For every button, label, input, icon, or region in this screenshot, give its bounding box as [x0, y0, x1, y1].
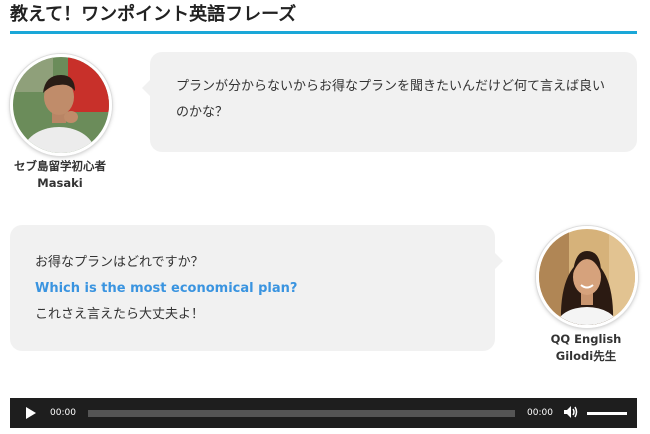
play-icon[interactable]: [26, 407, 36, 419]
student-message-bubble: プランが分からないからお得なプランを聞きたいんだけど何て言えば良いのかな？: [142, 52, 637, 152]
student-avatar: [10, 54, 112, 156]
volume-icon[interactable]: [563, 405, 579, 422]
page-title: 教えて！ワンポイント英語フレーズ: [10, 2, 637, 34]
progress-track[interactable]: [88, 409, 515, 417]
student-name-line1: セブ島留学初心者: [14, 159, 106, 173]
student-name-line2: Masaki: [37, 176, 83, 190]
teacher-message-bubble: お得なプランはどれですか？ Which is the most economic…: [10, 225, 503, 351]
student-message: プランが分からないからお得なプランを聞きたいんだけど何て言えば良いのかな？: [176, 79, 606, 120]
student-name: セブ島留学初心者 Masaki: [10, 158, 110, 192]
teacher-name: QQ English Gilodi先生: [534, 331, 638, 365]
teacher-english-phrase: Which is the most economical plan?: [35, 281, 298, 296]
volume-slider[interactable]: [587, 411, 627, 415]
teacher-line3: これさえ言えたら大丈夫よ！: [35, 307, 205, 322]
teacher-avatar: [536, 226, 638, 328]
current-time: 00:00: [50, 408, 76, 418]
teacher-name-line1: QQ English: [550, 332, 622, 346]
duration-time: 00:00: [527, 408, 553, 418]
teacher-line1: お得なプランはどれですか？: [35, 255, 204, 270]
teacher-name-line2: Gilodi先生: [555, 349, 617, 363]
audio-player: 00:00 00:00: [10, 398, 637, 428]
